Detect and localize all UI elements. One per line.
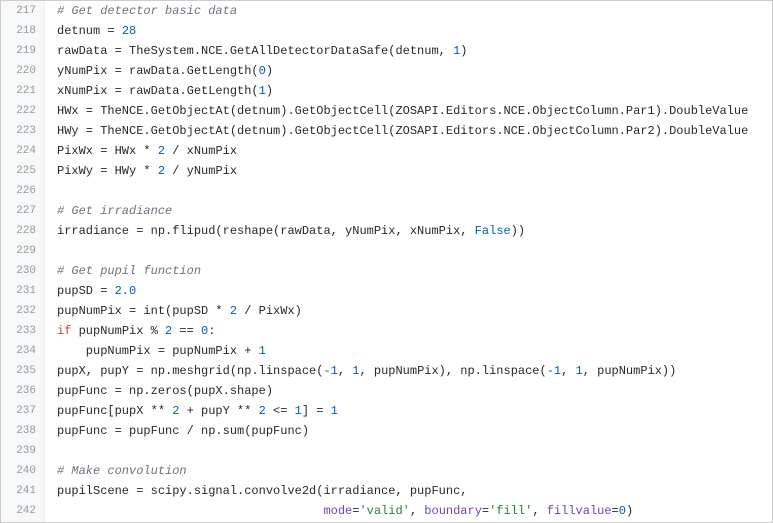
line-number: 237 <box>1 401 36 421</box>
line-number: 228 <box>1 221 36 241</box>
line-number: 221 <box>1 81 36 101</box>
line-number: 220 <box>1 61 36 81</box>
line-number: 240 <box>1 461 36 481</box>
line-number: 232 <box>1 301 36 321</box>
line-number: 227 <box>1 201 36 221</box>
code-line[interactable]: pupX, pupY = np.meshgrid(np.linspace(-1,… <box>57 361 772 381</box>
code-line[interactable] <box>57 241 772 261</box>
code-viewer: 2172182192202212222232242252262272282292… <box>1 1 772 522</box>
code-line[interactable]: pupilScene = scipy.signal.convolve2d(irr… <box>57 481 772 501</box>
code-content[interactable]: # Get detector basic datadetnum = 28rawD… <box>45 1 772 522</box>
code-line[interactable] <box>57 441 772 461</box>
line-number: 241 <box>1 481 36 501</box>
code-line[interactable] <box>57 181 772 201</box>
line-number: 239 <box>1 441 36 461</box>
code-line[interactable]: rawData = TheSystem.NCE.GetAllDetectorDa… <box>57 41 772 61</box>
line-number: 217 <box>1 1 36 21</box>
code-line[interactable]: # Make convolution <box>57 461 772 481</box>
line-number: 226 <box>1 181 36 201</box>
code-line[interactable]: if pupNumPix % 2 == 0: <box>57 321 772 341</box>
code-line[interactable]: mode='valid', boundary='fill', fillvalue… <box>57 501 772 521</box>
line-number: 238 <box>1 421 36 441</box>
line-number: 225 <box>1 161 36 181</box>
code-line[interactable]: pupFunc[pupX ** 2 + pupY ** 2 <= 1] = 1 <box>57 401 772 421</box>
code-line[interactable]: pupFunc = np.zeros(pupX.shape) <box>57 381 772 401</box>
line-number: 234 <box>1 341 36 361</box>
line-number: 222 <box>1 101 36 121</box>
code-line[interactable]: pupSD = 2.0 <box>57 281 772 301</box>
line-number: 223 <box>1 121 36 141</box>
code-line[interactable]: HWx = TheNCE.GetObjectAt(detnum).GetObje… <box>57 101 772 121</box>
line-number: 224 <box>1 141 36 161</box>
line-number: 219 <box>1 41 36 61</box>
code-line[interactable]: PixWy = HWy * 2 / yNumPix <box>57 161 772 181</box>
line-number: 233 <box>1 321 36 341</box>
code-line[interactable]: pupNumPix = int(pupSD * 2 / PixWx) <box>57 301 772 321</box>
code-line[interactable]: pupFunc = pupFunc / np.sum(pupFunc) <box>57 421 772 441</box>
line-number: 229 <box>1 241 36 261</box>
line-number-gutter: 2172182192202212222232242252262272282292… <box>1 1 45 522</box>
line-number: 231 <box>1 281 36 301</box>
code-line[interactable]: PixWx = HWx * 2 / xNumPix <box>57 141 772 161</box>
code-line[interactable]: # Get pupil function <box>57 261 772 281</box>
code-line[interactable]: yNumPix = rawData.GetLength(0) <box>57 61 772 81</box>
code-line[interactable]: HWy = TheNCE.GetObjectAt(detnum).GetObje… <box>57 121 772 141</box>
code-line[interactable]: detnum = 28 <box>57 21 772 41</box>
code-line[interactable]: # Get irradiance <box>57 201 772 221</box>
code-line[interactable]: xNumPix = rawData.GetLength(1) <box>57 81 772 101</box>
code-line[interactable]: pupNumPix = pupNumPix + 1 <box>57 341 772 361</box>
line-number: 242 <box>1 501 36 521</box>
line-number: 230 <box>1 261 36 281</box>
line-number: 236 <box>1 381 36 401</box>
line-number: 218 <box>1 21 36 41</box>
code-line[interactable]: # Get detector basic data <box>57 1 772 21</box>
code-line[interactable]: irradiance = np.flipud(reshape(rawData, … <box>57 221 772 241</box>
line-number: 235 <box>1 361 36 381</box>
